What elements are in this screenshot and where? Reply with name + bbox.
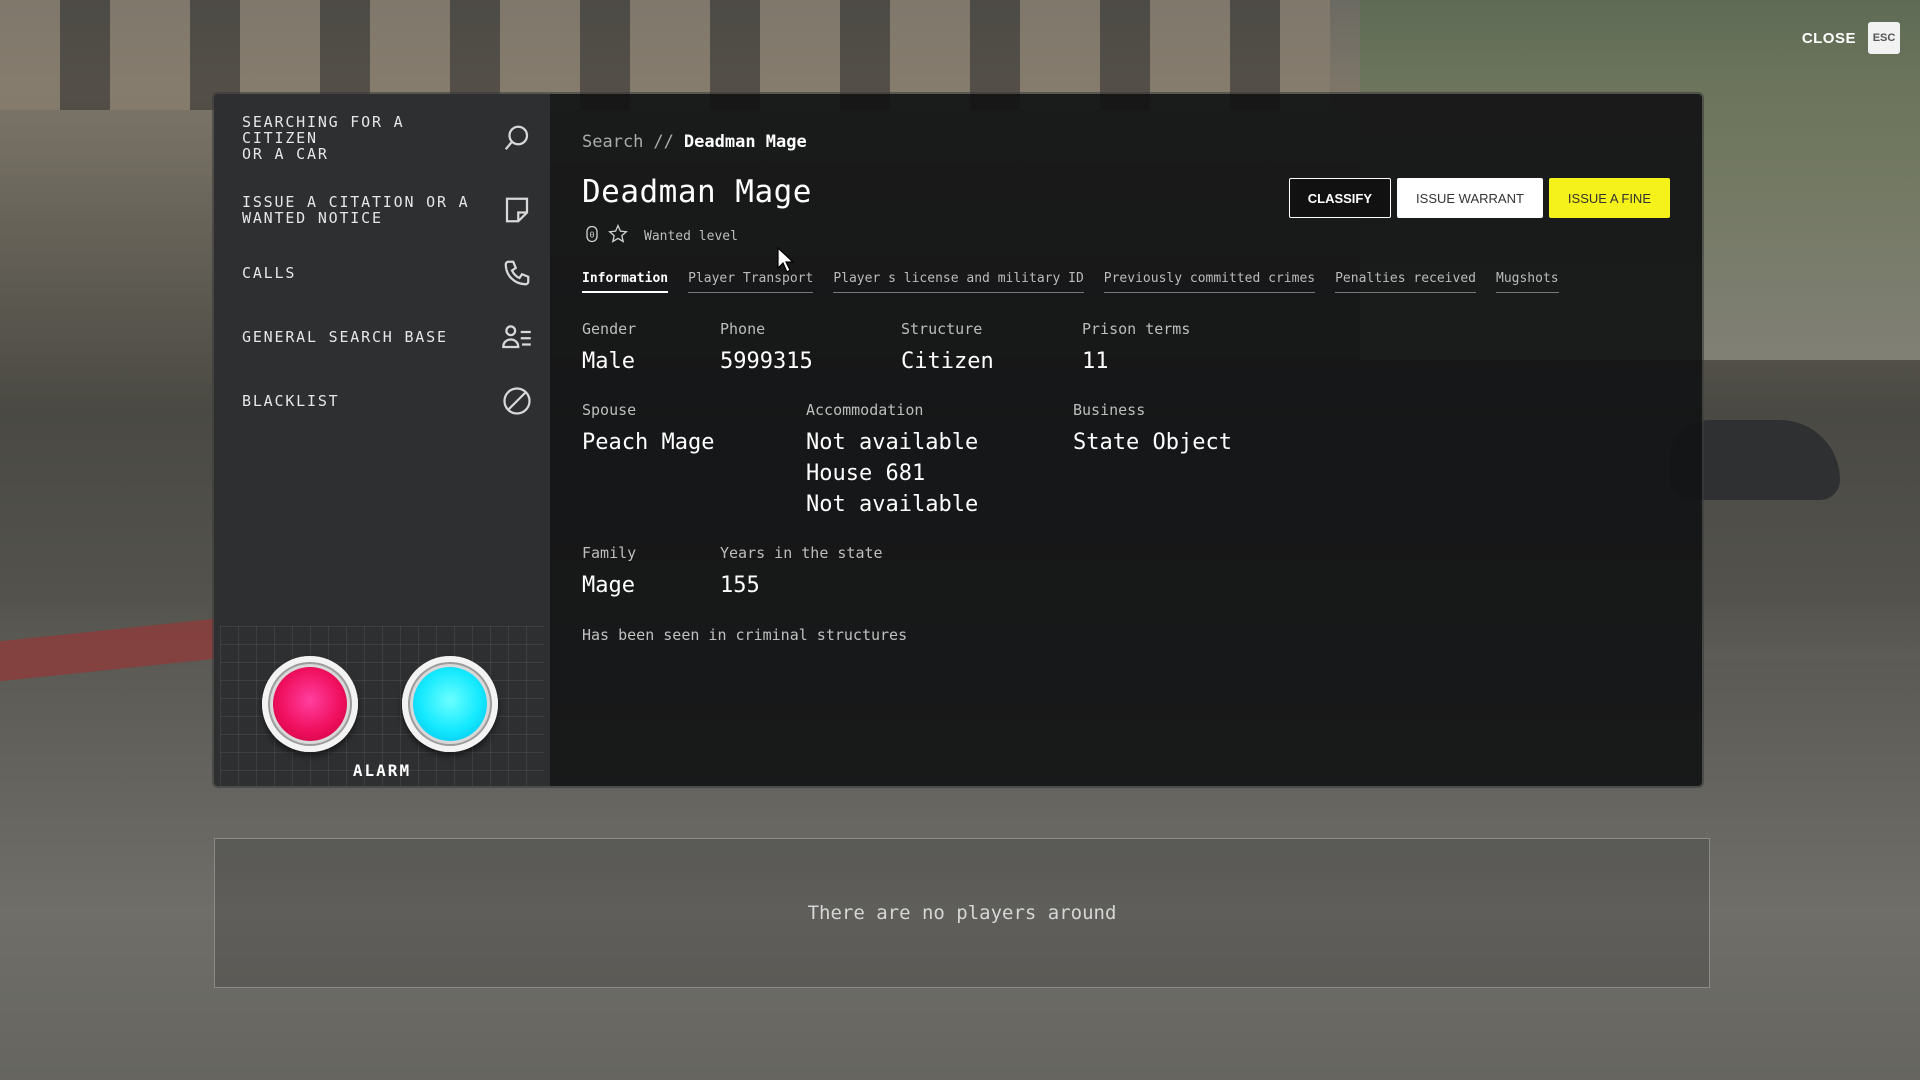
field-label: Accommodation xyxy=(806,401,924,419)
field-value: 155 xyxy=(720,573,760,598)
wanted-level: 0 Wanted level xyxy=(582,224,738,248)
classify-button[interactable]: CLASSIFY xyxy=(1288,178,1392,218)
alarm-cyan-light xyxy=(413,667,487,741)
field-label: Business xyxy=(1073,401,1146,419)
field-phone: Phone 5999315 xyxy=(720,320,813,377)
sidebar-item-label: ISSUE A CITATION OR A WANTED NOTICE xyxy=(242,193,470,227)
field-accommodation: Accommodation Not available House 681 No… xyxy=(806,401,978,520)
alarm-panel: ALARM xyxy=(220,626,544,786)
field-family: Family Mage xyxy=(582,544,636,601)
curb-background xyxy=(0,618,215,682)
breadcrumb: Search // Deadman Mage xyxy=(582,132,807,152)
accommodation-value: Not available xyxy=(806,430,979,455)
field-value: 11 xyxy=(1082,349,1109,374)
field-label: Structure xyxy=(901,320,983,338)
breadcrumb-separator: // xyxy=(653,132,674,152)
breadcrumb-root[interactable]: Search xyxy=(582,132,643,152)
sidebar-item-label: CALLS xyxy=(242,264,297,282)
field-structure: Structure Citizen xyxy=(901,320,994,377)
field-value: Mage xyxy=(582,573,635,598)
accommodation-value: House 681 xyxy=(806,461,926,486)
sidebar-item-calls[interactable]: CALLS xyxy=(242,258,532,288)
tab-mugshots[interactable]: Mugshots xyxy=(1496,271,1559,293)
sidebar: SEARCHING FOR A CITIZEN OR A CAR ISSUE A… xyxy=(214,94,550,786)
field-spouse: Spouse Peach Mage xyxy=(582,401,714,458)
field-value-list: Not available House 681 Not available xyxy=(806,427,978,520)
field-value: State Object xyxy=(1073,430,1232,455)
field-value: Male xyxy=(582,349,635,374)
field-business: Business State Object xyxy=(1073,401,1232,458)
alarm-red-light xyxy=(273,667,347,741)
issue-fine-button[interactable]: ISSUE A FINE xyxy=(1548,178,1670,218)
ban-icon xyxy=(502,386,532,416)
page-title: Deadman Mage xyxy=(582,174,812,210)
wanted-level-label: Wanted level xyxy=(644,228,738,244)
note-icon xyxy=(502,195,532,225)
sidebar-item-blacklist[interactable]: BLACKLIST xyxy=(242,386,532,416)
tab-license-military-id[interactable]: Player s license and military ID xyxy=(833,271,1084,293)
breadcrumb-current: Deadman Mage xyxy=(683,132,807,152)
field-value: Citizen xyxy=(901,349,994,374)
field-years-in-state: Years in the state 155 xyxy=(720,544,883,601)
alarm-red-button[interactable] xyxy=(262,656,358,752)
no-players-text: There are no players around xyxy=(807,902,1117,924)
sidebar-item-search[interactable]: SEARCHING FOR A CITIZEN OR A CAR xyxy=(242,114,532,162)
field-value: 5999315 xyxy=(720,349,813,374)
field-value: Peach Mage xyxy=(582,430,715,455)
star-icon xyxy=(608,224,628,248)
phone-icon xyxy=(502,258,532,288)
field-prison-terms: Prison terms 11 xyxy=(1082,320,1190,377)
wanted-stars-count: 0 xyxy=(589,229,594,239)
tab-penalties[interactable]: Penalties received xyxy=(1335,271,1476,293)
sidebar-item-label: GENERAL SEARCH BASE xyxy=(242,328,448,346)
sidebar-item-citation[interactable]: ISSUE A CITATION OR A WANTED NOTICE xyxy=(242,194,532,226)
issue-warrant-button[interactable]: ISSUE WARRANT xyxy=(1397,178,1543,218)
criminal-structures-note: Has been seen in criminal structures xyxy=(582,626,908,644)
field-label: Prison terms xyxy=(1082,320,1191,338)
sidebar-item-label: SEARCHING FOR A CITIZEN OR A CAR xyxy=(242,113,405,163)
action-buttons: CLASSIFY ISSUE WARRANT ISSUE A FINE xyxy=(1288,178,1670,218)
tab-previous-crimes[interactable]: Previously committed crimes xyxy=(1103,271,1316,293)
tab-information[interactable]: Information xyxy=(582,271,669,293)
profile-tabs: Information Player Transport Player s li… xyxy=(582,271,1559,293)
field-label: Phone xyxy=(720,320,766,338)
sidebar-item-label: BLACKLIST xyxy=(242,392,340,410)
citizen-profile: Search // Deadman Mage Deadman Mage 0 Want… xyxy=(550,94,1702,786)
esc-key-icon[interactable]: ESC xyxy=(1868,22,1900,54)
close-control[interactable]: CLOSE ESC xyxy=(1802,22,1900,54)
sidebar-item-general-search[interactable]: GENERAL SEARCH BASE xyxy=(242,322,532,352)
wanted-count-icon: 0 xyxy=(582,224,602,248)
alarm-cyan-button[interactable] xyxy=(402,656,498,752)
field-label: Years in the state xyxy=(720,544,883,562)
police-tablet-panel: SEARCHING FOR A CITIZEN OR A CAR ISSUE A… xyxy=(214,94,1702,786)
nearby-players-panel: There are no players around xyxy=(214,838,1710,988)
close-label[interactable]: CLOSE xyxy=(1802,30,1856,47)
tab-player-transport[interactable]: Player Transport xyxy=(688,271,814,293)
user-list-icon xyxy=(502,322,532,352)
field-gender: Gender Male xyxy=(582,320,636,377)
field-label: Gender xyxy=(582,320,637,338)
field-label: Spouse xyxy=(582,401,637,419)
field-label: Family xyxy=(582,544,637,562)
search-icon xyxy=(502,123,532,153)
alarm-label: ALARM xyxy=(352,761,412,780)
accommodation-value: Not available xyxy=(806,492,979,517)
